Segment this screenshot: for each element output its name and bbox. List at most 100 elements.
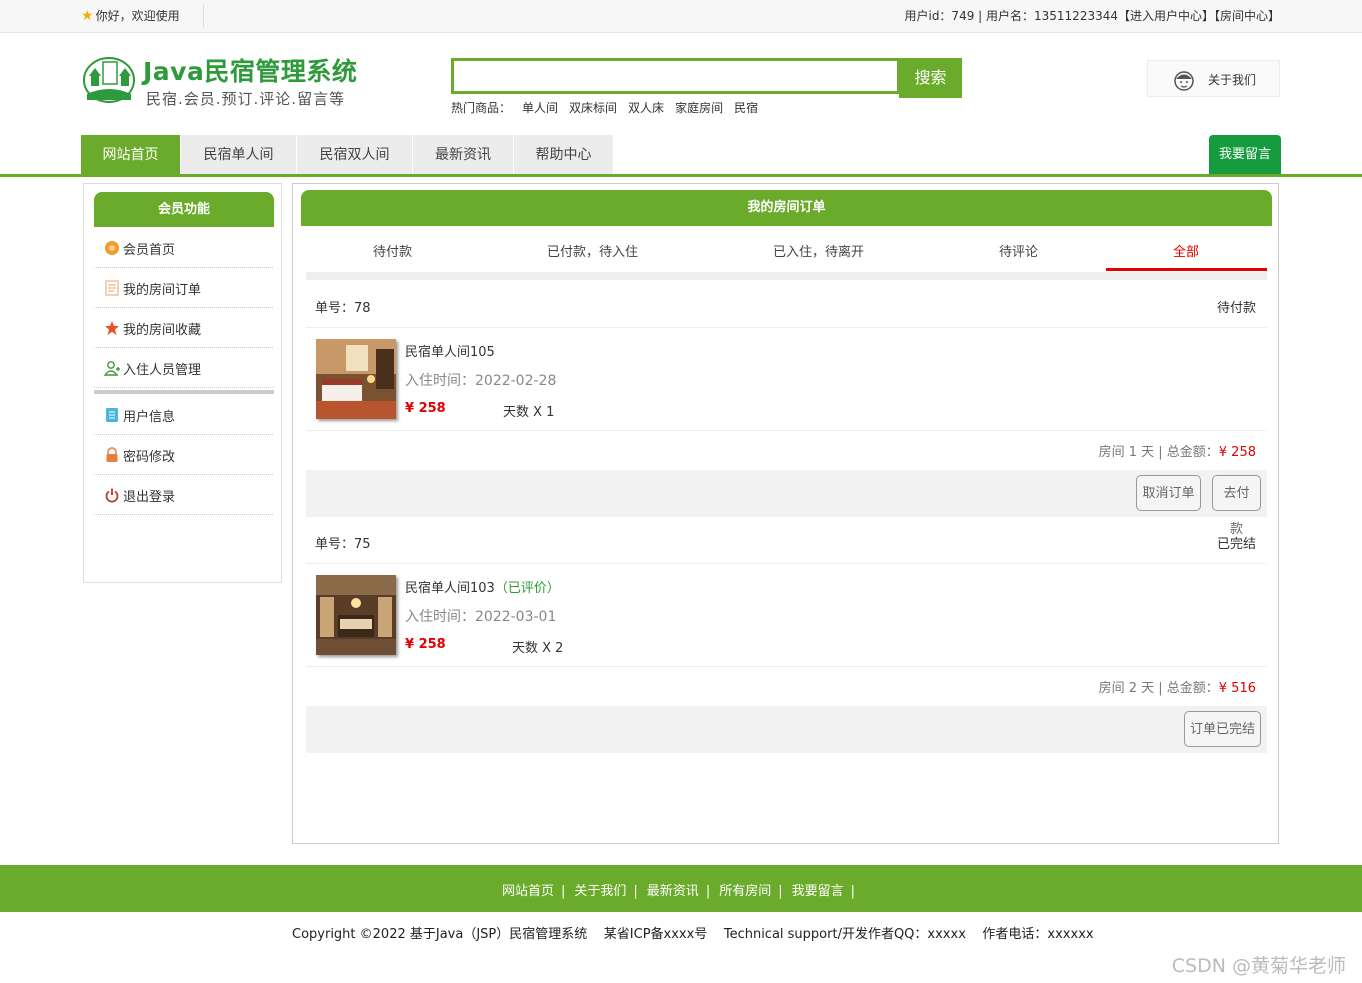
divider [306,327,1267,328]
sidebar-divider [94,390,274,394]
sidebar-item-guest-management[interactable]: 入住人员管理 [94,348,273,388]
sidebar-item-room-favorites[interactable]: 我的房间收藏 [94,308,273,348]
divider [306,666,1267,667]
divider [306,430,1267,431]
room-name-text: 民宿单人间105 [405,345,495,360]
footer-separator: | [778,884,783,899]
room-price: ¥ 258 [405,401,446,416]
hot-label: 热门商品： [451,101,512,115]
welcome-label: 你好，欢迎使用 [95,9,180,23]
tab-pending-review[interactable]: 待评论 [999,241,1038,260]
order-status: 已完结 [1216,537,1256,552]
nav-single-room[interactable]: 民宿单人间 [181,135,297,174]
checkin-date: 入住时间：2022-03-01 [405,609,557,625]
tab-paid-pending-checkin[interactable]: 已付款，待入住 [547,241,638,260]
main-title: 我的房间订单 [301,190,1272,226]
sidebar-item-change-password[interactable]: 密码修改 [94,435,273,475]
footer-separator: | [561,884,566,899]
logo-icon[interactable] [81,54,137,104]
footer-link-home[interactable]: 网站首页 [502,884,554,899]
welcome-text: ★ 你好，欢迎使用 [81,7,180,24]
copyright: Copyright ©2022 基于Java（JSP）民宿管理系统 某省ICP备… [292,927,1094,942]
lock-icon [106,447,118,462]
sidebar-item-room-orders[interactable]: 我的房间订单 [94,268,273,308]
footer-link-news[interactable]: 最新资讯 [647,884,699,899]
hot-item[interactable]: 双床标间 [569,101,617,115]
review-status: （已评价） [494,581,560,596]
order-number: 单号：78 [315,301,371,316]
nav-news[interactable]: 最新资讯 [413,135,514,174]
room-thumbnail[interactable] [316,575,396,655]
sidebar-item-member-home[interactable]: 会员首页 [94,228,273,268]
footer-link-about[interactable]: 关于我们 [574,884,626,899]
order-action-bar: 订单已完结 [306,706,1267,753]
user-add-icon [104,361,120,376]
leave-message-button[interactable]: 我要留言 [1209,135,1281,174]
order-list-icon [105,280,119,296]
sidebar-item-label: 入住人员管理 [123,363,202,378]
order-number: 单号：75 [315,537,371,552]
total-amount: ¥ 258 [1218,445,1256,460]
order-action-bar: 取消订单 去付款 [306,470,1267,537]
room-name[interactable]: 民宿单人间103（已评价） [405,577,560,596]
sidebar-item-user-info[interactable]: 用户信息 [94,395,273,435]
sidebar-item-logout[interactable]: 退出登录 [94,475,273,515]
search-button[interactable]: 搜索 [899,58,962,98]
total-amount: ¥ 516 [1218,681,1256,696]
checkin-date: 入住时间：2022-02-28 [405,373,557,389]
hot-item[interactable]: 家庭房间 [675,101,723,115]
order-total: 房间 1 天 | 总金额：¥ 258 [1099,441,1256,460]
user-info-links[interactable]: 用户id：749 | 用户名：13511223344【进入用户中心】【房间中心】 [904,7,1280,24]
tab-checked-in[interactable]: 已入住，待离开 [773,241,864,260]
sidebar-item-label: 退出登录 [123,490,176,505]
sidebar-item-label: 我的房间订单 [123,283,202,298]
tab-pending-payment[interactable]: 待付款 [373,241,412,260]
star-icon: ★ [81,8,94,24]
power-icon [105,488,119,503]
logo-title[interactable]: Java民宿管理系统 [143,52,357,88]
total-summary: 房间 2 天 | 总金额： [1098,681,1219,696]
nav-help[interactable]: 帮助中心 [514,135,614,174]
divider [306,563,1267,564]
pay-button[interactable]: 去付款 [1212,475,1261,537]
about-us-button[interactable]: 关于我们 [1147,60,1280,97]
tab-bar-divider [306,272,1267,280]
sidebar-item-label: 密码修改 [123,450,176,465]
room-name[interactable]: 民宿单人间105 [405,341,495,360]
hot-item[interactable]: 双人床 [628,101,664,115]
footer-link-rooms[interactable]: 所有房间 [719,884,771,899]
top-bar: ★ 你好，欢迎使用 用户id：749 | 用户名：13511223344【进入用户… [0,0,1362,33]
footer-links: 网站首页 | 关于我们 | 最新资讯 | 所有房间 | 我要留言 | [0,880,1362,899]
nav-home[interactable]: 网站首页 [81,135,181,174]
footer-link-message[interactable]: 我要留言 [792,884,844,899]
cancel-order-button[interactable]: 取消订单 [1136,475,1201,511]
tab-all[interactable]: 全部 [1173,241,1199,260]
star-icon [105,321,119,335]
sidebar-item-label: 会员首页 [123,243,176,258]
total-summary: 房间 1 天 | 总金额： [1098,445,1219,460]
room-thumbnail[interactable] [316,339,396,419]
room-name-text: 民宿单人间103 [405,581,495,596]
logo-subtitle: 民宿.会员.预订.评论.留言等 [146,90,346,108]
user-info-icon [106,408,118,422]
main-panel: 我的房间订单 待付款 已付款，待入住 已入住，待离开 待评论 全部 单号：78 … [292,183,1279,844]
watermark: CSDN @黄菊华老师 [1171,955,1346,977]
search-input[interactable] [454,61,897,91]
footer-separator: | [705,884,711,899]
room-days: 天数 X 2 [512,641,564,656]
search-box [451,58,900,94]
divider [203,5,204,27]
footer-separator: | [850,884,856,899]
room-price: ¥ 258 [405,637,446,652]
sidebar-item-label: 用户信息 [123,410,176,425]
about-us-label: 关于我们 [1208,73,1257,87]
order-status: 待付款 [1216,301,1256,316]
sidebar-item-label: 我的房间收藏 [123,323,202,338]
footer-separator: | [633,884,638,899]
sidebar: 会员功能 会员首页 我的房间订单 我的房间收藏 入住人员管理 用户信息 密码修改… [83,183,282,583]
hot-item[interactable]: 民宿 [734,101,758,115]
home-coin-icon [105,241,119,255]
hot-item[interactable]: 单人间 [522,101,558,115]
nav-double-room[interactable]: 民宿双人间 [297,135,413,174]
order-completed-button[interactable]: 订单已完结 [1184,711,1261,747]
